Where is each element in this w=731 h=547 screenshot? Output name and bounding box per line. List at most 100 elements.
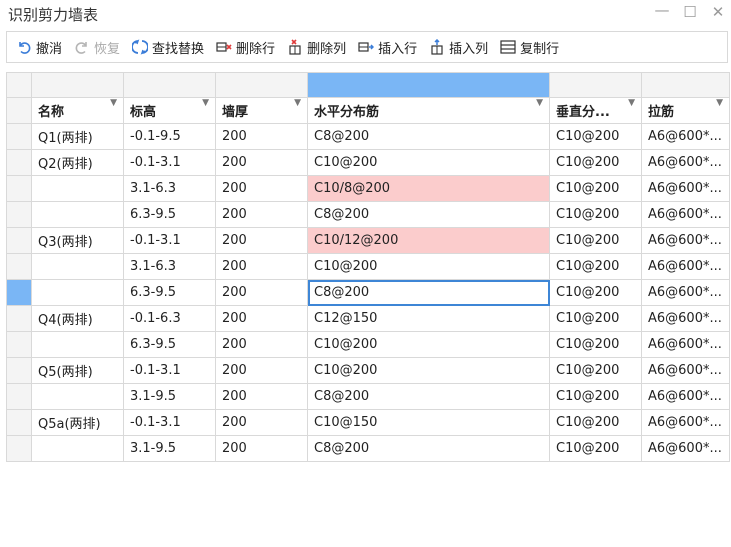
row-selector[interactable] xyxy=(6,409,32,436)
row-selector[interactable] xyxy=(6,175,32,202)
row-selector[interactable] xyxy=(6,123,32,150)
copy-row-button[interactable]: 复制行 xyxy=(499,38,559,57)
cell-thickness[interactable]: 200 xyxy=(215,409,308,436)
header-name[interactable]: 名称 ▼ xyxy=(31,97,124,124)
cell-horizontal-rebar[interactable]: C12@150 xyxy=(307,305,550,332)
cell-vertical-rebar[interactable]: C10@200 xyxy=(549,383,642,410)
cell-thickness[interactable]: 200 xyxy=(215,227,308,254)
minimize-button[interactable]: — xyxy=(652,1,672,19)
cell-horizontal-rebar[interactable]: C8@200 xyxy=(307,201,550,228)
dropdown-caret-icon[interactable]: ▼ xyxy=(716,99,723,109)
corner-cell[interactable] xyxy=(6,72,32,98)
dropdown-caret-icon[interactable]: ▼ xyxy=(628,99,635,109)
row-selector[interactable] xyxy=(6,279,32,306)
delete-row-button[interactable]: 删除行 xyxy=(215,38,275,57)
cell-vertical-rebar[interactable]: C10@200 xyxy=(549,149,642,176)
row-selector[interactable] xyxy=(6,149,32,176)
cell-name[interactable]: Q5(两排) xyxy=(31,357,124,384)
cell-name[interactable] xyxy=(31,279,124,306)
cell-name[interactable]: Q1(两排) xyxy=(31,123,124,150)
cell-elevation[interactable]: 3.1-9.5 xyxy=(123,435,216,462)
cell-name[interactable]: Q4(两排) xyxy=(31,305,124,332)
cell-thickness[interactable]: 200 xyxy=(215,305,308,332)
cell-horizontal-rebar[interactable]: C8@200 xyxy=(307,279,550,306)
cell-elevation[interactable]: -0.1-6.3 xyxy=(123,305,216,332)
cell-elevation[interactable]: -0.1-9.5 xyxy=(123,123,216,150)
cell-elevation[interactable]: 3.1-9.5 xyxy=(123,383,216,410)
cell-horizontal-rebar[interactable]: C8@200 xyxy=(307,435,550,462)
cell-thickness[interactable]: 200 xyxy=(215,279,308,306)
row-selector[interactable] xyxy=(6,227,32,254)
header-elevation[interactable]: 标高 ▼ xyxy=(123,97,216,124)
cell-elevation[interactable]: 3.1-6.3 xyxy=(123,253,216,280)
cell-horizontal-rebar[interactable]: C8@200 xyxy=(307,383,550,410)
dropdown-caret-icon[interactable]: ▼ xyxy=(110,99,117,109)
cell-horizontal-rebar[interactable]: C10@200 xyxy=(307,357,550,384)
cell-vertical-rebar[interactable]: C10@200 xyxy=(549,357,642,384)
cell-horizontal-rebar[interactable]: C10/12@200 xyxy=(307,227,550,254)
cell-name[interactable] xyxy=(31,435,124,462)
cell-vertical-rebar[interactable]: C10@200 xyxy=(549,227,642,254)
maximize-button[interactable]: ☐ xyxy=(680,3,700,21)
cell-elevation[interactable]: -0.1-3.1 xyxy=(123,149,216,176)
header-horizontal-rebar[interactable]: 水平分布筋 ▼ xyxy=(307,97,550,124)
cell-thickness[interactable]: 200 xyxy=(215,331,308,358)
row-selector[interactable] xyxy=(6,383,32,410)
row-selector[interactable] xyxy=(6,435,32,462)
cell-name[interactable] xyxy=(31,383,124,410)
cell-tie-rebar[interactable]: A6@600*... xyxy=(641,227,730,254)
header-thickness[interactable]: 墙厚 ▼ xyxy=(215,97,308,124)
column-selector[interactable] xyxy=(123,72,216,98)
dropdown-caret-icon[interactable]: ▼ xyxy=(202,99,209,109)
cell-name[interactable]: Q5a(两排) xyxy=(31,409,124,436)
row-selector[interactable] xyxy=(6,253,32,280)
column-selector[interactable] xyxy=(307,72,550,98)
cell-tie-rebar[interactable]: A6@600*... xyxy=(641,357,730,384)
cell-vertical-rebar[interactable]: C10@200 xyxy=(549,175,642,202)
cell-thickness[interactable]: 200 xyxy=(215,201,308,228)
cell-thickness[interactable]: 200 xyxy=(215,435,308,462)
dropdown-caret-icon[interactable]: ▼ xyxy=(294,99,301,109)
column-selector[interactable] xyxy=(549,72,642,98)
column-selector[interactable] xyxy=(31,72,124,98)
cell-vertical-rebar[interactable]: C10@200 xyxy=(549,305,642,332)
cell-tie-rebar[interactable]: A6@600*... xyxy=(641,201,730,228)
cell-thickness[interactable]: 200 xyxy=(215,123,308,150)
cell-horizontal-rebar[interactable]: C10/8@200 xyxy=(307,175,550,202)
dropdown-caret-icon[interactable]: ▼ xyxy=(536,99,543,109)
row-selector[interactable] xyxy=(6,331,32,358)
cell-vertical-rebar[interactable]: C10@200 xyxy=(549,123,642,150)
row-selector[interactable] xyxy=(6,305,32,332)
cell-vertical-rebar[interactable]: C10@200 xyxy=(549,253,642,280)
cell-thickness[interactable]: 200 xyxy=(215,149,308,176)
header-vertical-rebar[interactable]: 垂直分... ▼ xyxy=(549,97,642,124)
cell-tie-rebar[interactable]: A6@600*... xyxy=(641,383,730,410)
header-tie-rebar[interactable]: 拉筋 ▼ xyxy=(641,97,730,124)
cell-thickness[interactable]: 200 xyxy=(215,357,308,384)
insert-row-button[interactable]: 插入行 xyxy=(357,38,417,57)
insert-col-button[interactable]: 插入列 xyxy=(428,38,488,57)
row-selector[interactable] xyxy=(6,357,32,384)
cell-vertical-rebar[interactable]: C10@200 xyxy=(549,201,642,228)
cell-tie-rebar[interactable]: A6@600*... xyxy=(641,123,730,150)
cell-tie-rebar[interactable]: A6@600*... xyxy=(641,435,730,462)
cell-name[interactable] xyxy=(31,331,124,358)
cell-name[interactable] xyxy=(31,253,124,280)
row-selector[interactable] xyxy=(6,201,32,228)
column-selector[interactable] xyxy=(215,72,308,98)
cell-tie-rebar[interactable]: A6@600*... xyxy=(641,253,730,280)
column-selector[interactable] xyxy=(641,72,730,98)
cell-horizontal-rebar[interactable]: C8@200 xyxy=(307,123,550,150)
redo-button[interactable]: 恢复 xyxy=(73,38,120,57)
cell-vertical-rebar[interactable]: C10@200 xyxy=(549,435,642,462)
cell-elevation[interactable]: -0.1-3.1 xyxy=(123,409,216,436)
delete-col-button[interactable]: 删除列 xyxy=(286,38,346,57)
cell-tie-rebar[interactable]: A6@600*... xyxy=(641,279,730,306)
cell-thickness[interactable]: 200 xyxy=(215,175,308,202)
cell-elevation[interactable]: 6.3-9.5 xyxy=(123,201,216,228)
cell-tie-rebar[interactable]: A6@600*... xyxy=(641,305,730,332)
cell-name[interactable]: Q2(两排) xyxy=(31,149,124,176)
cell-vertical-rebar[interactable]: C10@200 xyxy=(549,331,642,358)
cell-name[interactable] xyxy=(31,201,124,228)
close-button[interactable]: ✕ xyxy=(708,3,728,21)
